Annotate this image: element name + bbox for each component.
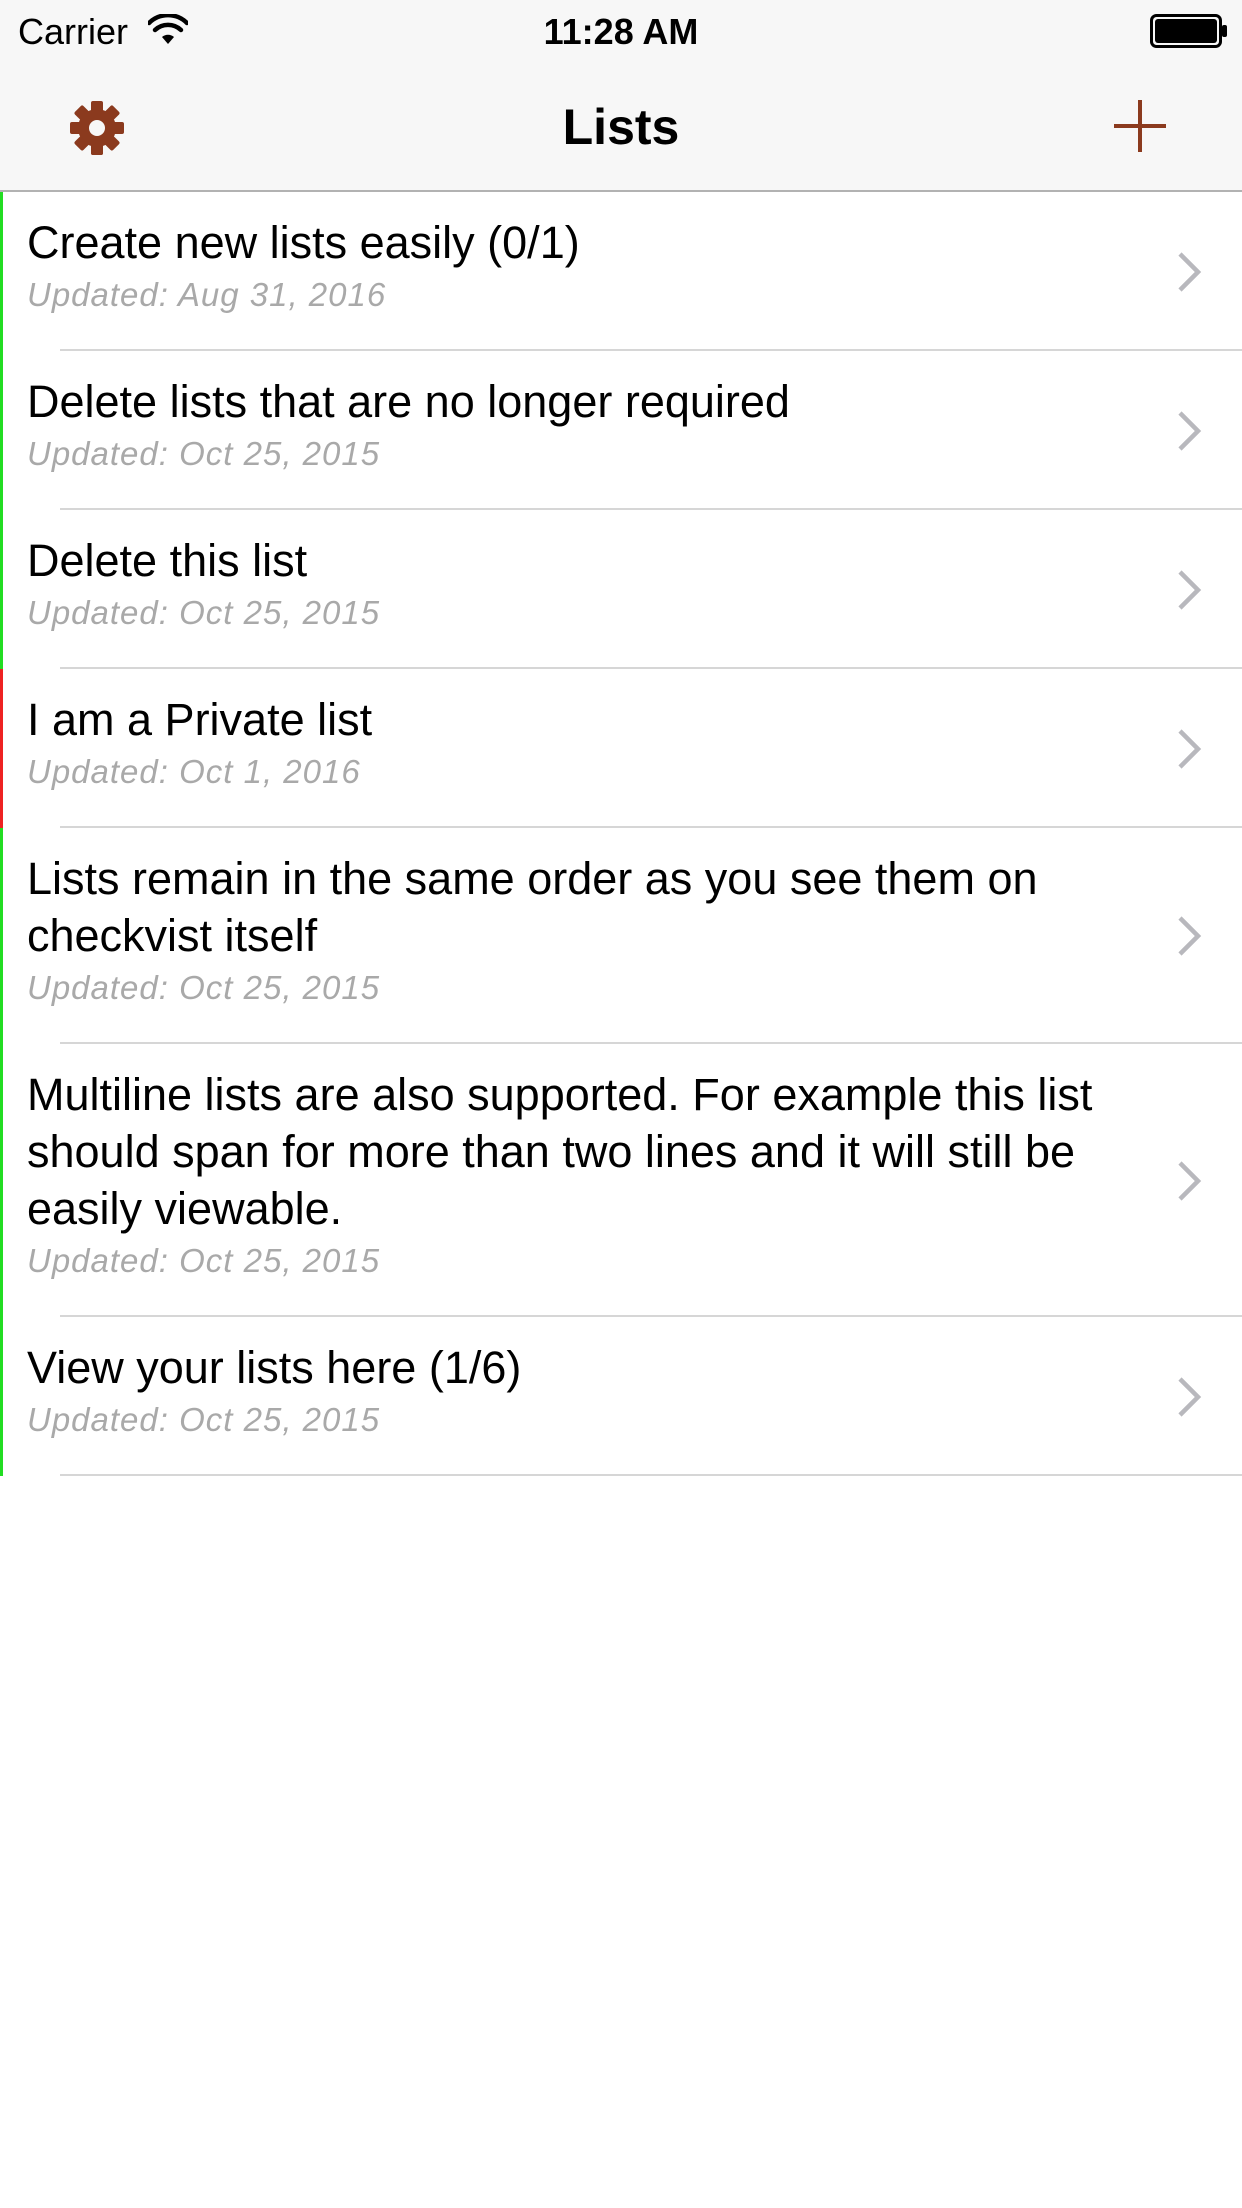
add-list-button[interactable] [1112, 86, 1168, 166]
chevron-right-icon [1178, 916, 1202, 956]
list-title: View your lists here (1/6) [27, 1342, 522, 1393]
navigation-bar: Carrier 11:28 AM Lists [0, 0, 1242, 192]
plus-icon [1114, 100, 1166, 152]
public-indicator [0, 351, 3, 510]
list-item[interactable]: View your lists here (1/6) Updated: Oct … [0, 1317, 1242, 1476]
list-updated-date: Updated: Oct 25, 2015 [27, 1401, 381, 1438]
list-item[interactable]: Multiline lists are also supported. For … [0, 1044, 1242, 1317]
public-indicator [0, 1317, 3, 1476]
list-item[interactable]: Delete lists that are no longer required… [0, 351, 1242, 510]
list-title: I am a Private list [27, 694, 373, 745]
chevron-right-icon [1178, 1376, 1202, 1417]
list-title: Delete lists that are no longer required [27, 376, 790, 427]
list-item[interactable]: Lists remain in the same order as you se… [0, 828, 1242, 1044]
battery-icon [1150, 14, 1227, 48]
chevron-right-icon [1178, 410, 1202, 451]
list-updated-date: Updated: Oct 25, 2015 [27, 1242, 381, 1279]
chevron-right-icon [1178, 1160, 1202, 1201]
list-updated-date: Updated: Oct 1, 2016 [27, 753, 361, 790]
status-time: 11:28 AM [543, 11, 699, 52]
list-updated-date: Updated: Aug 31, 2016 [27, 276, 387, 313]
list-item[interactable]: Delete this list Updated: Oct 25, 2015 [0, 510, 1242, 669]
list-title: Create new lists easily (0/1) [27, 217, 580, 268]
lists-screen: Carrier 11:28 AM Lists Create new lists … [0, 0, 1242, 2208]
chevron-right-icon [1178, 728, 1202, 769]
public-indicator [0, 510, 3, 669]
public-indicator [0, 1044, 3, 1317]
list-item[interactable]: I am a Private list Updated: Oct 1, 2016 [0, 669, 1242, 828]
list-item[interactable]: Create new lists easily (0/1) Updated: A… [0, 192, 1242, 351]
list-updated-date: Updated: Oct 25, 2015 [27, 435, 381, 472]
chevron-right-icon [1178, 251, 1202, 292]
chevron-right-icon [1178, 569, 1202, 610]
public-indicator [0, 192, 3, 351]
list-title: Multiline lists are also supported. For … [27, 1069, 1093, 1234]
list-title: Delete this list [27, 535, 308, 586]
row-separator [60, 1474, 1242, 1476]
private-indicator [0, 669, 3, 828]
list-updated-date: Updated: Oct 25, 2015 [27, 969, 381, 1006]
list-updated-date: Updated: Oct 25, 2015 [27, 594, 381, 631]
list-title: Lists remain in the same order as you se… [27, 853, 1038, 961]
page-title: Lists [562, 99, 680, 155]
lists-table: Create new lists easily (0/1) Updated: A… [0, 192, 1242, 1476]
public-indicator [0, 828, 3, 1044]
